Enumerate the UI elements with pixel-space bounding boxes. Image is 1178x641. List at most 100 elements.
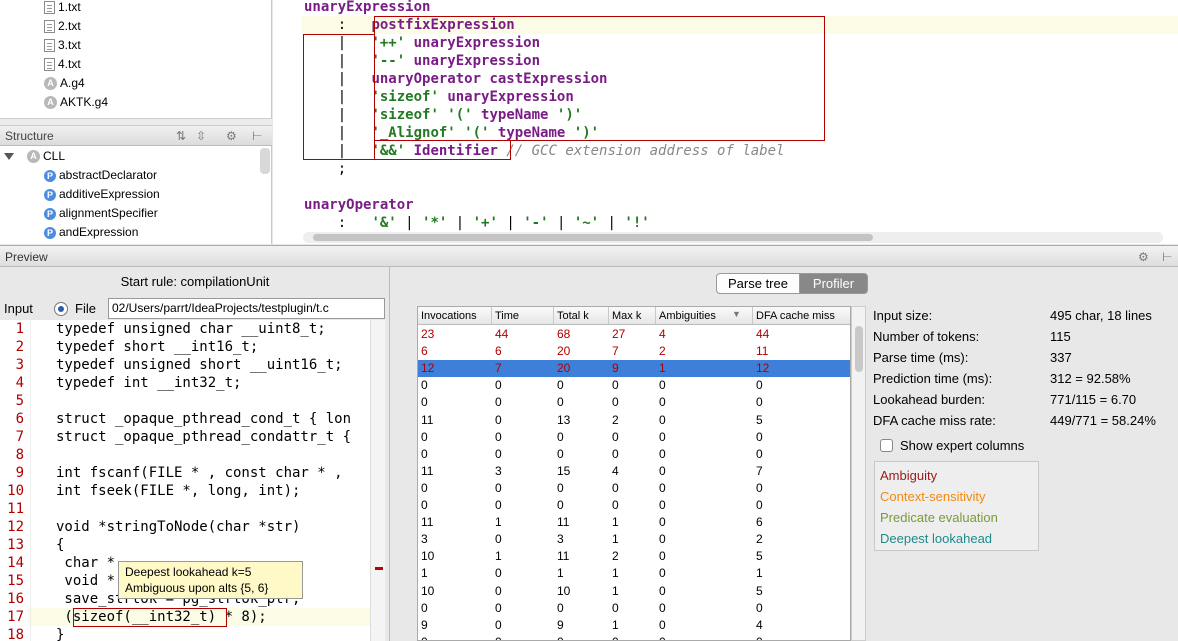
table-row[interactable]: 11 0 13 2 0 5 (418, 412, 850, 429)
table-cell: 3 (495, 463, 502, 478)
table-cell: 68 (557, 327, 571, 341)
line-number: 11 (7, 501, 24, 517)
pin-icon[interactable]: ⊢ (1162, 246, 1172, 268)
table-cell: 0 (659, 600, 666, 615)
table-cell: 1 (557, 566, 564, 581)
sort-arrow-icon[interactable]: ▼ (732, 309, 741, 319)
stat-label: Prediction time (ms): (873, 371, 993, 386)
table-cell: 9 (612, 361, 619, 376)
expert-columns-checkbox[interactable] (880, 439, 893, 452)
table-cell: 7 (612, 344, 619, 359)
file-radio[interactable] (54, 302, 68, 316)
table-cell: 0 (495, 617, 502, 632)
pin-icon[interactable]: ⊢ (252, 126, 262, 146)
line-number: 5 (15, 393, 24, 409)
file-tree-item[interactable]: 3.txt (44, 36, 81, 55)
column-header[interactable]: Total k (554, 307, 609, 325)
file-tree-item[interactable]: 4.txt (44, 55, 81, 74)
table-cell: 0 (495, 480, 502, 495)
structure-tree: A CLL PabstractDeclarator PadditiveExpressi… (0, 146, 272, 244)
table-row[interactable]: 0 0 0 0 0 0 (418, 600, 850, 617)
structure-item[interactable]: PalignmentSpecifier (44, 204, 158, 223)
editor-token: '+' (472, 215, 498, 231)
parser-rule-icon: P (44, 226, 56, 239)
legend-item: Predicate evaluation (880, 510, 998, 525)
editor-token: | (497, 215, 524, 231)
code-line: typedef unsigned short __uint16_t; (56, 357, 343, 373)
tab-parse-tree[interactable]: Parse tree (716, 273, 800, 294)
profiler-table[interactable]: Invocations Time Total k Max k Ambiguities DF… (417, 306, 851, 641)
tab-profiler[interactable]: Profiler (799, 273, 868, 294)
table-row[interactable]: 6 6 20 7 2 11 (418, 343, 850, 360)
column-header[interactable]: Invocations (418, 307, 492, 325)
structure-root[interactable]: A CLL (4, 147, 65, 166)
table-cell: 44 (495, 327, 509, 341)
code-error-stripe[interactable] (370, 320, 385, 641)
file-tree-item-label: A.g4 (60, 76, 85, 90)
column-header[interactable]: Time (492, 307, 554, 325)
structure-item[interactable]: PandExpression (44, 223, 138, 242)
table-row[interactable]: 0 0 0 0 0 0 (418, 497, 850, 514)
table-row[interactable]: 1 0 1 1 0 1 (418, 565, 850, 582)
editor-scroll-thumb[interactable] (313, 234, 873, 241)
table-cell: 1 (659, 361, 666, 376)
structure-item-label: alignmentSpecifier (59, 206, 158, 220)
table-row[interactable]: 0 0 0 0 0 0 (418, 377, 850, 394)
table-cell: 0 (557, 480, 564, 495)
column-header[interactable]: Max k (609, 307, 656, 325)
structure-item[interactable]: PadditiveExpression (44, 185, 160, 204)
sort-icon[interactable]: ⇅ (176, 126, 186, 146)
table-row[interactable]: 0 0 0 0 0 0 (418, 429, 850, 446)
table-scroll-thumb[interactable] (855, 326, 863, 372)
code-line: typedef short __int16_t; (56, 339, 259, 355)
table-row[interactable]: 0 0 0 0 0 0 (418, 634, 850, 640)
table-cell: 4 (756, 617, 763, 632)
file-tree-item[interactable]: 1.txt (44, 0, 81, 17)
error-marker[interactable] (375, 567, 383, 570)
table-row[interactable]: 11 3 15 4 0 7 (418, 463, 850, 480)
table-row[interactable]: 23 44 68 27 4 44 (418, 326, 850, 343)
structure-item-label: andExpression (59, 225, 139, 239)
project-file-tree: 1.txt 2.txt 3.txt 4.txt A A.g4 A AKTK.g4 (0, 0, 272, 118)
collapse-icon[interactable]: ⇳ (196, 126, 206, 146)
file-tree-item[interactable]: A AKTK.g4 (44, 93, 108, 112)
file-tree-item[interactable]: 2.txt (44, 17, 81, 36)
file-path-input[interactable]: 02/Users/parrt/IdeaProjects/testplugin/t… (108, 298, 385, 319)
table-cell: 0 (557, 429, 564, 444)
table-cell: 1 (612, 515, 619, 530)
pane-splitter[interactable] (0, 118, 272, 126)
table-cell: 2 (612, 549, 619, 564)
line-number: 15 (7, 573, 24, 589)
table-cell: 10 (421, 583, 435, 598)
table-cell: 7 (756, 463, 763, 478)
table-row[interactable]: 0 0 0 0 0 0 (418, 446, 850, 463)
table-row[interactable]: 0 0 0 0 0 0 (418, 480, 850, 497)
editor-gutter (273, 0, 301, 244)
table-cell: 20 (557, 344, 571, 359)
structure-item-label: abstractDeclarator (59, 168, 158, 182)
gear-icon[interactable]: ⚙ (226, 126, 237, 146)
table-cell: 2 (659, 344, 666, 359)
table-row[interactable]: 0 0 0 0 0 0 (418, 394, 850, 411)
column-header[interactable]: DFA cache miss (753, 307, 850, 325)
structure-scrollbar[interactable] (260, 148, 270, 174)
table-row[interactable]: 10 1 11 2 0 5 (418, 548, 850, 565)
structure-item[interactable]: PabstractDeclarator (44, 166, 157, 185)
table-row[interactable]: 3 0 3 1 0 2 (418, 531, 850, 548)
table-cell: 11 (557, 515, 570, 530)
table-cell: 0 (612, 378, 619, 393)
grammar-file-icon: A (44, 96, 57, 109)
table-row[interactable]: 12 7 20 9 1 12 (418, 360, 850, 378)
table-row[interactable]: 9 0 9 1 0 4 (418, 617, 850, 634)
table-cell: 0 (495, 583, 502, 598)
editor-token: '&' (371, 215, 397, 231)
table-cell: 0 (756, 634, 763, 640)
grammar-editor[interactable]: unaryExpression : postfixExpression | '+… (273, 0, 1178, 244)
table-row[interactable]: 10 0 10 1 0 5 (418, 583, 850, 600)
table-cell: 0 (659, 549, 666, 564)
file-tree-item[interactable]: A A.g4 (44, 74, 85, 93)
gear-icon[interactable]: ⚙ (1138, 246, 1149, 268)
table-row[interactable]: 11 1 11 1 0 6 (418, 514, 850, 531)
table-cell: 0 (756, 395, 763, 410)
expand-arrow-icon[interactable] (4, 153, 14, 160)
